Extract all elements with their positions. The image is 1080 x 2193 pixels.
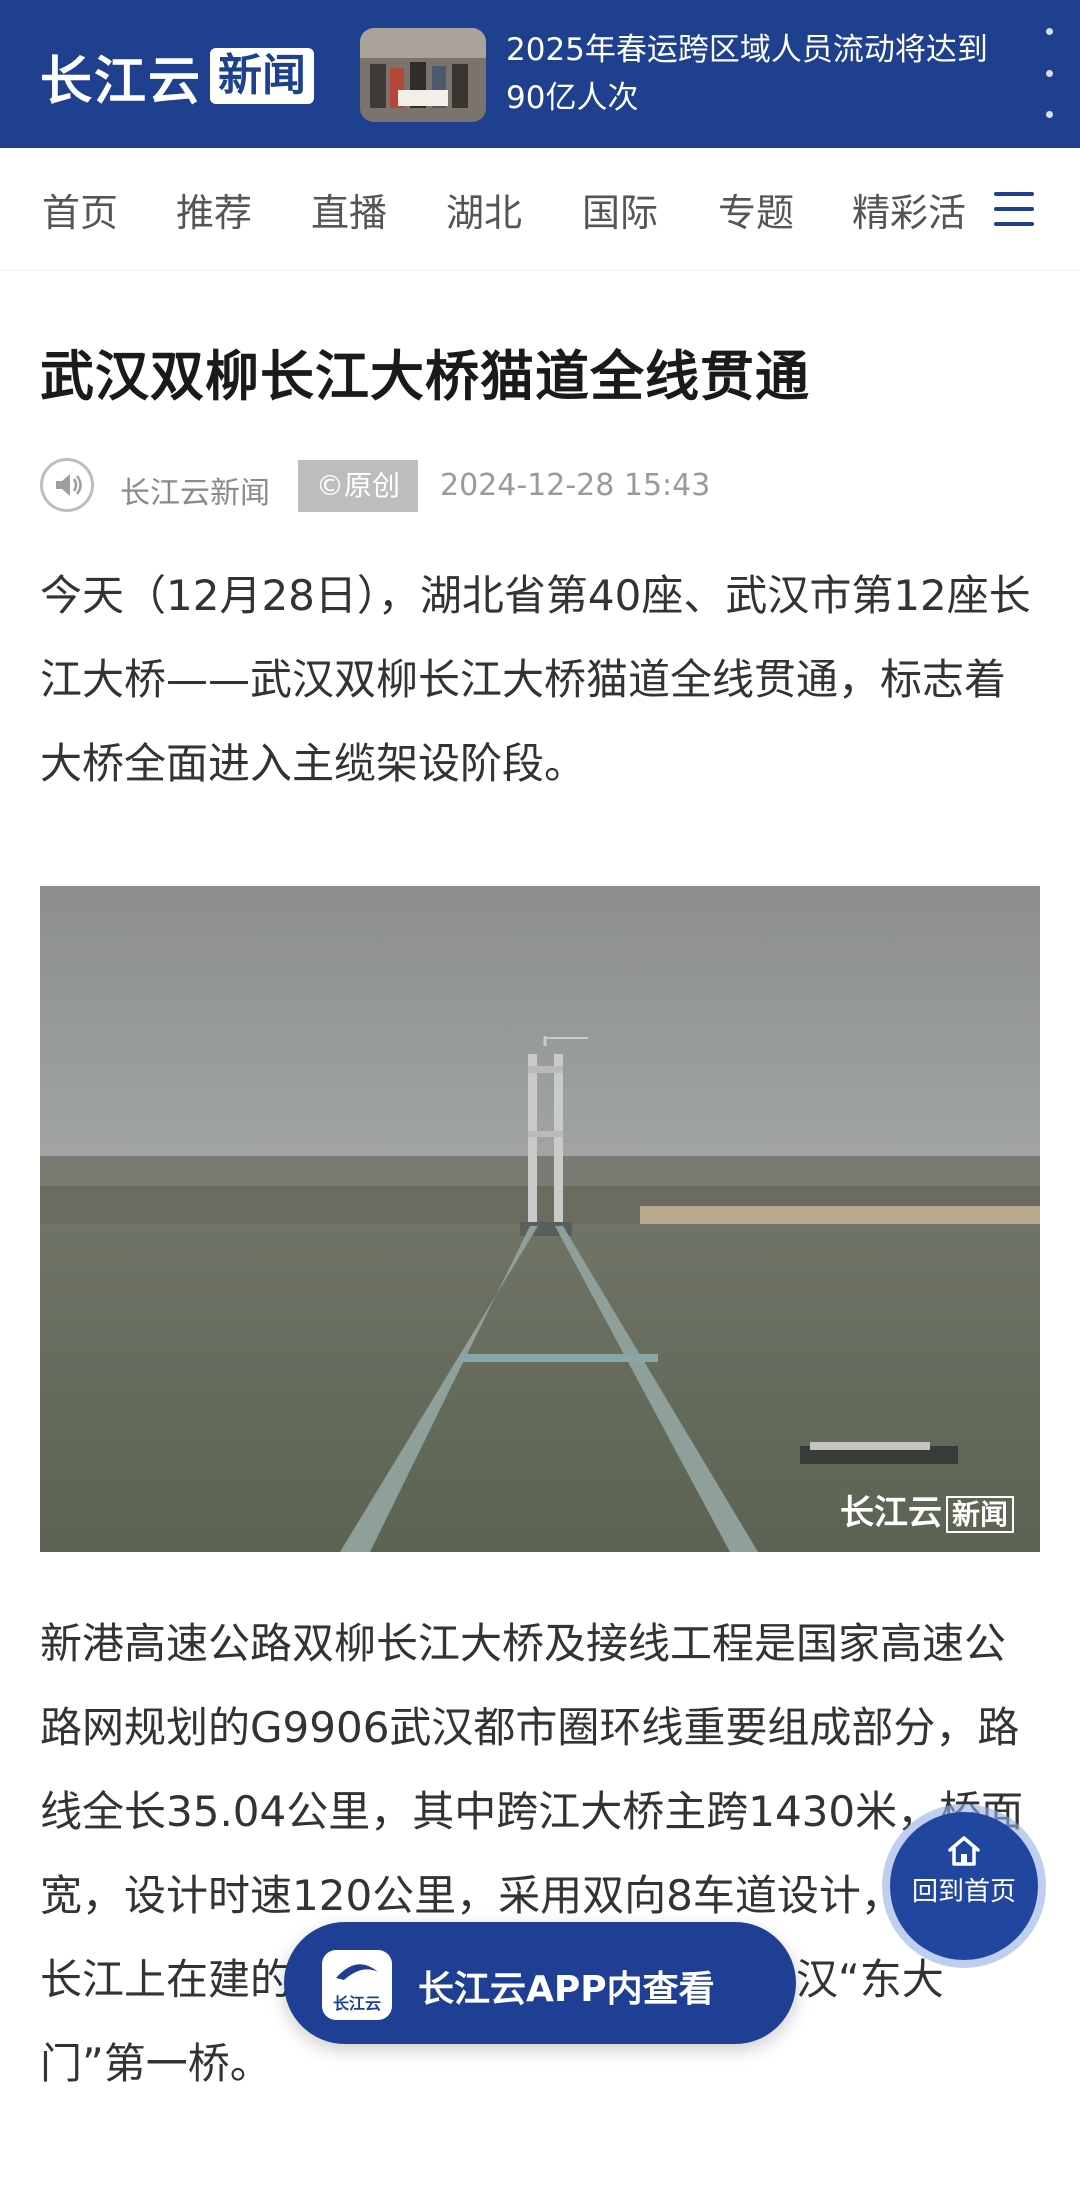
- speaker-icon[interactable]: [40, 458, 94, 512]
- nav-item-events[interactable]: 精彩活: [852, 182, 966, 237]
- top-header: 长江云 新闻 2025年春运跨区域人员流动将达到90亿人次: [0, 0, 1080, 148]
- more-icon[interactable]: [1044, 28, 1054, 118]
- app-logo[interactable]: 长江云 新闻: [40, 44, 315, 112]
- nav-item-recommend[interactable]: 推荐: [176, 182, 252, 237]
- app-icon: 长江云: [322, 1950, 392, 2020]
- app-icon-label: 长江云: [332, 1994, 381, 2013]
- home-icon: [948, 1836, 980, 1866]
- open-in-app-button[interactable]: 长江云 长江云APP内查看: [284, 1922, 796, 2044]
- nav-item-international[interactable]: 国际: [582, 182, 658, 237]
- nav-item-live[interactable]: 直播: [311, 182, 387, 237]
- photo-watermark: 长江云 新闻: [840, 1485, 1014, 1534]
- headline-thumbnail[interactable]: [360, 28, 486, 122]
- original-badge: ©原创: [298, 460, 418, 512]
- photo-watermark-tag: 新闻: [945, 1496, 1014, 1533]
- publish-date: 2024-12-28 15:43: [440, 468, 711, 503]
- menu-icon[interactable]: [994, 192, 1034, 226]
- back-to-home-button[interactable]: 回到首页: [890, 1812, 1038, 1960]
- article-meta: 长江云新闻 ©原创 2024-12-28 15:43: [40, 458, 1040, 516]
- logo-text: 长江云: [40, 51, 203, 112]
- channel-nav: 首页 推荐 直播 湖北 国际 专题 精彩活: [0, 148, 1080, 271]
- nav-item-hubei[interactable]: 湖北: [446, 182, 522, 237]
- nav-item-home[interactable]: 首页: [42, 182, 118, 237]
- open-in-app-label: 长江云APP内查看: [418, 1969, 715, 2010]
- article-title: 武汉双柳长江大桥猫道全线贯通: [40, 345, 810, 408]
- article-paragraph-1: 今天（12月28日），湖北省第40座、武汉市第12座长江大桥——武汉双柳长江大桥…: [40, 571, 1031, 788]
- headline-link[interactable]: 2025年春运跨区域人员流动将达到90亿人次: [506, 26, 1026, 122]
- article-photo[interactable]: 长江云 新闻: [40, 886, 1040, 1552]
- logo-tag: 新闻: [210, 48, 315, 104]
- home-button-label: 回到首页: [911, 1877, 1016, 1907]
- nav-item-topics[interactable]: 专题: [718, 182, 794, 237]
- article-source[interactable]: 长江云新闻: [120, 468, 270, 512]
